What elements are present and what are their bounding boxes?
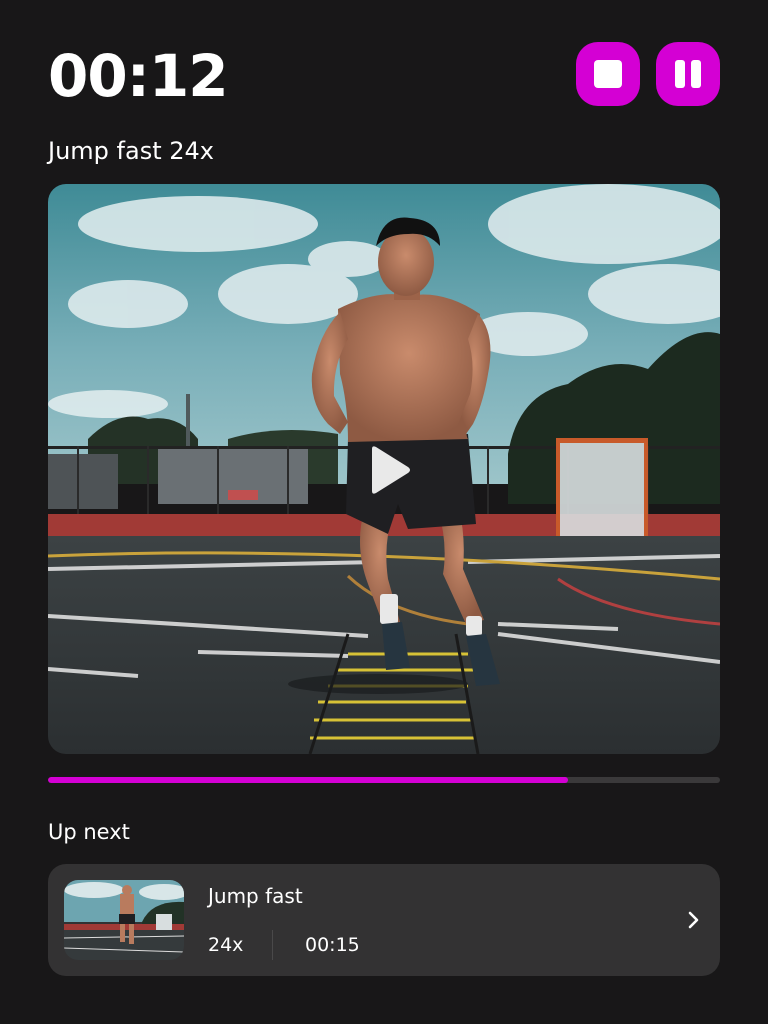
exercise-video[interactable] [48, 184, 720, 754]
up-next-title: Jump fast [208, 884, 303, 908]
pause-icon [675, 60, 701, 88]
stop-icon [594, 60, 622, 88]
workout-timer: 00:12 [48, 42, 229, 110]
up-next-label: Up next [48, 820, 130, 844]
play-button[interactable] [358, 442, 418, 498]
up-next-duration: 00:15 [305, 934, 360, 956]
play-icon [372, 446, 410, 494]
pause-button[interactable] [656, 42, 720, 106]
exercise-title: Jump fast 24x [48, 137, 214, 165]
up-next-card[interactable]: Jump fast 24x 00:15 [48, 864, 720, 976]
video-progress-bar[interactable] [48, 777, 720, 783]
chevron-right-icon[interactable] [684, 908, 704, 932]
up-next-thumbnail [64, 880, 184, 960]
stop-button[interactable] [576, 42, 640, 106]
up-next-reps: 24x [208, 934, 244, 956]
divider [272, 930, 273, 960]
video-progress-fill [48, 777, 569, 783]
